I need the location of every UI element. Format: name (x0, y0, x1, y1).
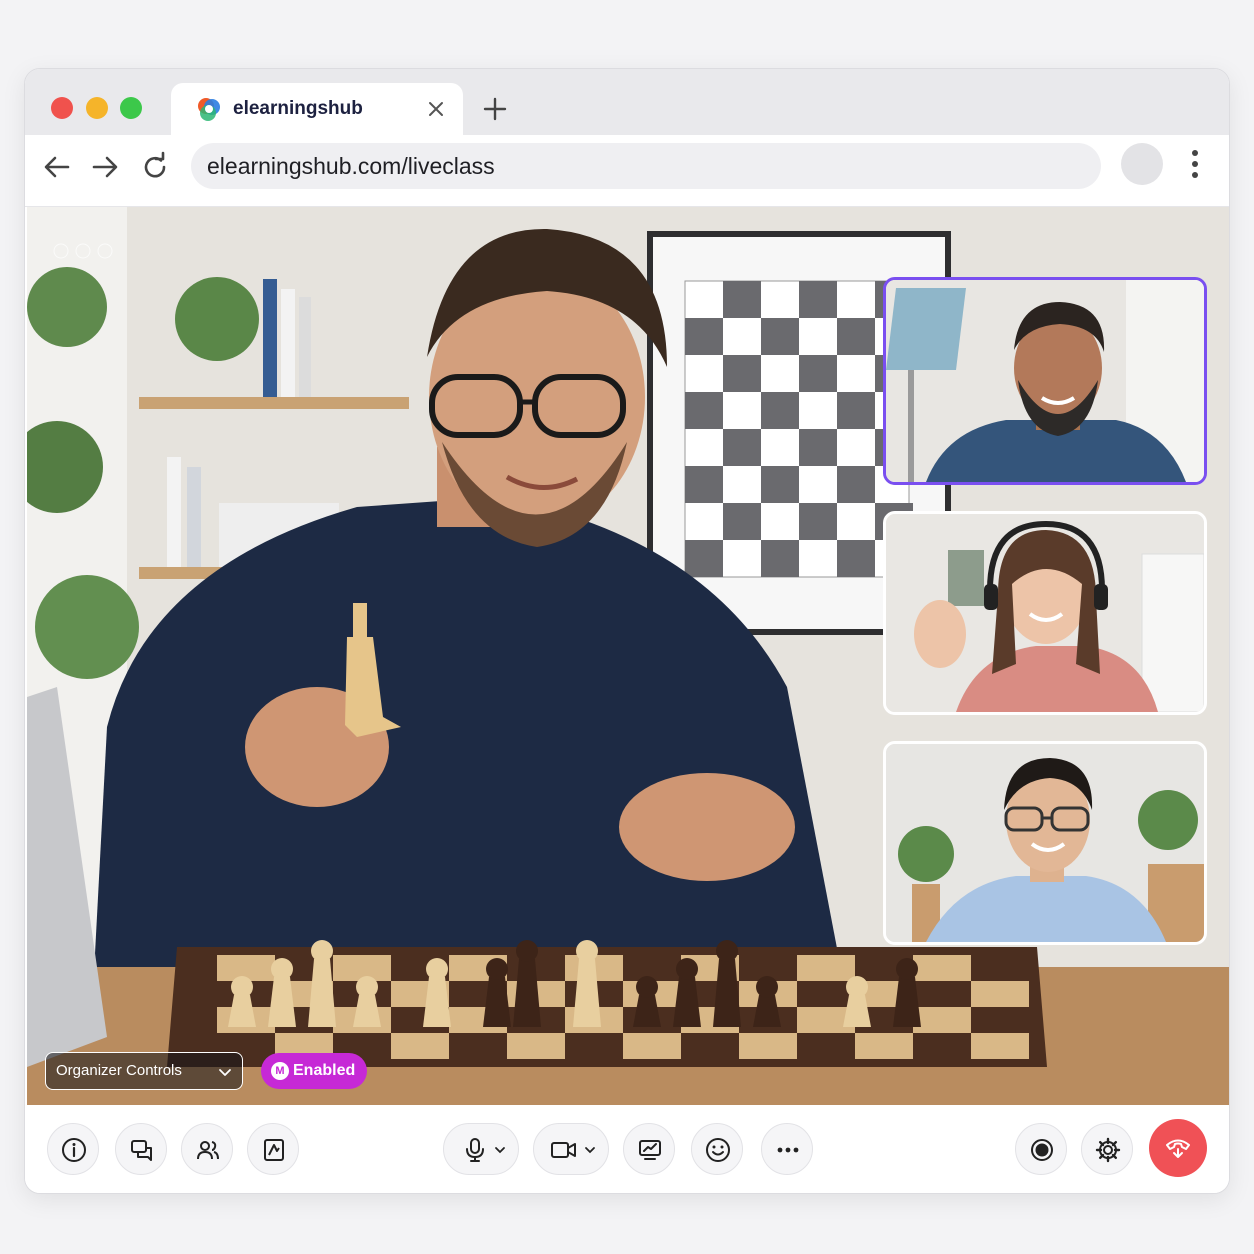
whiteboard-icon (264, 1139, 284, 1161)
whiteboard-button[interactable] (247, 1123, 299, 1175)
chevron-down-icon (495, 1147, 505, 1154)
chevron-down-icon (219, 1069, 231, 1076)
record-button[interactable] (1015, 1123, 1067, 1175)
participant-tile-3[interactable] (883, 741, 1207, 945)
participant-tile-1[interactable] (883, 277, 1207, 485)
participants-button[interactable] (181, 1123, 233, 1175)
microphone-icon (466, 1138, 484, 1162)
reactions-button[interactable] (691, 1123, 743, 1175)
tab-strip: elearningshub (25, 69, 1229, 135)
info-button[interactable] (47, 1123, 99, 1175)
camera-icon (551, 1142, 576, 1158)
end-call-button[interactable] (1149, 1119, 1207, 1177)
reload-icon[interactable] (139, 151, 171, 183)
info-icon (62, 1138, 86, 1162)
close-icon[interactable] (427, 100, 445, 118)
address-bar-row: elearningshub.com/liveclass (25, 135, 1229, 207)
kebab-menu-icon[interactable] (1185, 147, 1205, 181)
enabled-label: Enabled (293, 1062, 356, 1079)
settings-button[interactable] (1081, 1123, 1133, 1175)
end-call-icon (1166, 1139, 1190, 1158)
participant-tile-2[interactable] (883, 511, 1207, 715)
tab-title: elearningshub (233, 98, 363, 119)
back-arrow-icon[interactable] (41, 151, 73, 183)
window-close-dot[interactable] (51, 97, 73, 119)
organizer-controls-dropdown[interactable]: Organizer Controls (45, 1052, 243, 1090)
more-options-button[interactable] (761, 1123, 813, 1175)
window-minimize-dot[interactable] (86, 97, 108, 119)
browser-tab[interactable]: elearningshub (171, 83, 463, 135)
browser-window: elearningshub elearningshub.com/liveclas… (24, 68, 1230, 1194)
settings-icon (1095, 1137, 1121, 1163)
site-logo-icon (198, 98, 220, 121)
meeting-control-bar (25, 1105, 1229, 1193)
enabled-status-badge: M Enabled (261, 1053, 368, 1089)
main-video-stage: Organizer Controls M Enabled (27, 207, 1229, 1105)
badge-letter-icon: M (271, 1062, 289, 1080)
chat-button[interactable] (115, 1123, 167, 1175)
more-icon (777, 1147, 799, 1153)
participant-video (886, 744, 1204, 942)
forward-arrow-icon[interactable] (89, 151, 121, 183)
profile-avatar[interactable] (1121, 143, 1163, 185)
share-screen-button[interactable] (623, 1123, 675, 1175)
record-icon (1031, 1139, 1053, 1161)
organizer-controls-label: Organizer Controls (56, 1062, 182, 1079)
chevron-down-icon (585, 1147, 595, 1154)
participant-video (886, 280, 1204, 482)
window-maximize-dot[interactable] (120, 97, 142, 119)
microphone-button[interactable] (443, 1123, 519, 1175)
participants-icon (197, 1141, 219, 1160)
url-field[interactable]: elearningshub.com/liveclass (191, 143, 1101, 189)
emoji-icon (706, 1138, 730, 1162)
plus-icon[interactable] (483, 97, 507, 121)
chat-icon (131, 1140, 152, 1161)
camera-button[interactable] (533, 1123, 609, 1175)
share-screen-icon (639, 1140, 661, 1160)
participant-video (886, 514, 1204, 712)
